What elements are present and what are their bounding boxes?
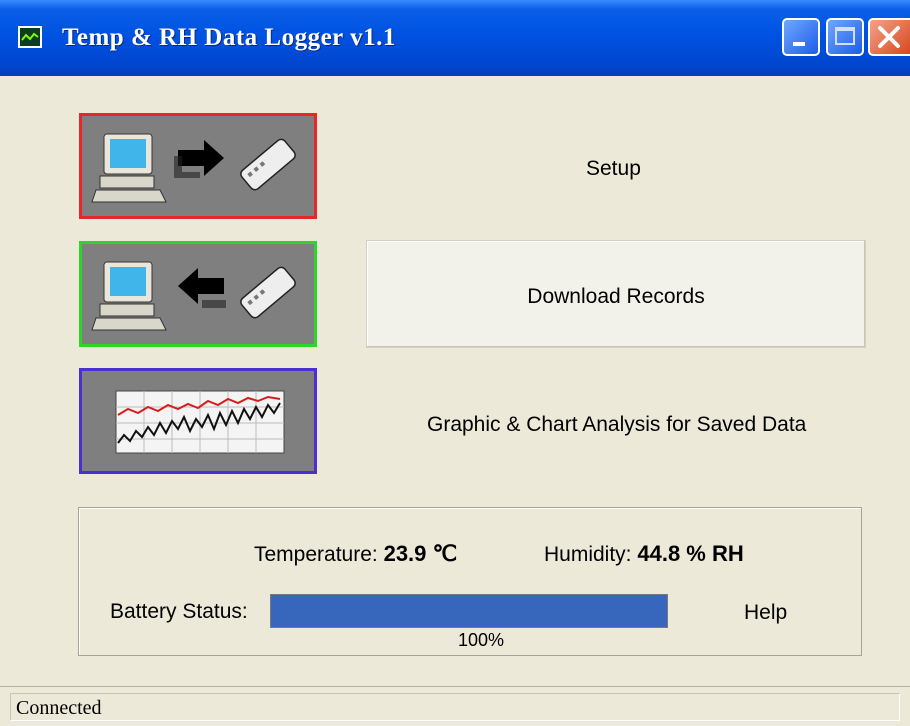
battery-status-label: Battery Status: bbox=[110, 600, 248, 623]
status-bar-panel bbox=[10, 693, 900, 721]
data-logger-icon bbox=[240, 266, 296, 319]
computer-icon bbox=[91, 133, 167, 203]
title-bar[interactable]: Temp & RH Data Logger v1.1 bbox=[0, 0, 910, 76]
app-icon bbox=[18, 26, 42, 48]
humidity-value: 44.8 % RH bbox=[637, 541, 744, 566]
status-text: Connected bbox=[16, 697, 102, 719]
temperature-reading: Temperature: 23.9 ℃ bbox=[254, 541, 457, 567]
download-icon-button[interactable] bbox=[79, 241, 317, 347]
chart-analysis-label[interactable]: Graphic & Chart Analysis for Saved Data bbox=[427, 413, 806, 437]
minimize-icon bbox=[793, 42, 805, 46]
data-logger-icon bbox=[240, 138, 296, 191]
battery-percent: 100% bbox=[458, 630, 505, 650]
battery-progress-bar bbox=[270, 594, 668, 628]
humidity-label: Humidity: bbox=[544, 543, 632, 566]
status-bar: Connected bbox=[0, 686, 910, 726]
download-records-label: Download Records bbox=[527, 285, 705, 308]
close-icon bbox=[878, 26, 900, 48]
line-chart-icon bbox=[115, 390, 285, 454]
battery-progress-fill bbox=[271, 595, 667, 627]
arrow-right-icon bbox=[174, 140, 224, 178]
window-title: Temp & RH Data Logger v1.1 bbox=[62, 24, 396, 51]
maximize-icon bbox=[835, 27, 855, 45]
download-records-button[interactable]: Download Records bbox=[366, 240, 866, 348]
maximize-button[interactable] bbox=[826, 18, 864, 56]
setup-icon-button[interactable] bbox=[79, 113, 317, 219]
chart-analysis-icon-button[interactable] bbox=[79, 368, 317, 474]
help-button[interactable]: Help bbox=[744, 601, 787, 625]
temperature-label: Temperature: bbox=[254, 543, 378, 566]
main-window: Temp & RH Data Logger v1.1 Setup Downloa… bbox=[0, 0, 910, 726]
computer-icon bbox=[91, 261, 167, 331]
setup-label[interactable]: Setup bbox=[586, 157, 641, 181]
arrow-left-icon bbox=[178, 268, 226, 308]
minimize-button[interactable] bbox=[782, 18, 820, 56]
temperature-value: 23.9 ℃ bbox=[383, 541, 458, 566]
humidity-reading: Humidity: 44.8 % RH bbox=[544, 541, 744, 567]
close-button[interactable] bbox=[868, 18, 910, 56]
